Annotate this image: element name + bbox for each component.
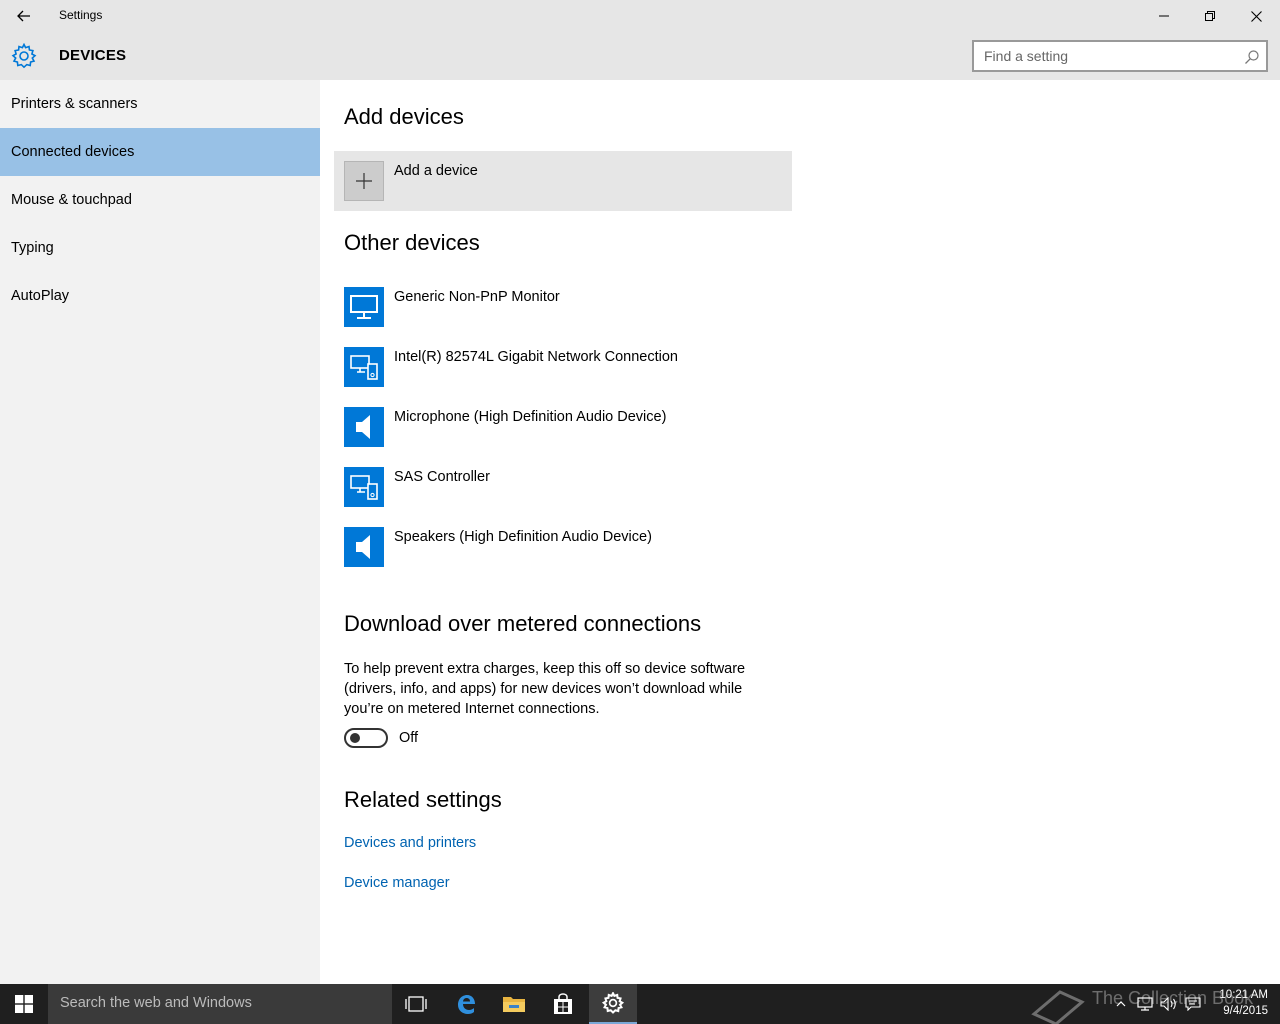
sidebar-item-autoplay[interactable]: AutoPlay — [0, 272, 320, 320]
main-content: Add devices Add a device Other devices G… — [320, 80, 1280, 984]
close-icon — [1250, 10, 1262, 22]
edge-button[interactable] — [442, 984, 490, 1024]
related-settings-heading: Related settings — [344, 787, 502, 812]
volume-icon — [1160, 997, 1176, 1011]
speaker-icon — [344, 527, 384, 567]
device-name: Speakers (High Definition Audio Device) — [394, 529, 652, 545]
window-title: Settings — [59, 8, 103, 22]
start-button[interactable] — [0, 984, 48, 1024]
metered-description: To help prevent extra charges, keep this… — [344, 661, 746, 717]
restore-icon — [1205, 11, 1215, 21]
store-icon — [554, 993, 572, 1014]
notification-icon — [1185, 997, 1201, 1011]
edge-icon — [458, 995, 475, 1014]
metered-toggle[interactable] — [344, 728, 388, 748]
chevron-up-icon — [1116, 1001, 1126, 1007]
metered-toggle-state: Off — [399, 730, 419, 746]
settings-taskbar-button[interactable] — [589, 984, 637, 1024]
device-item[interactable]: Microphone (High Definition Audio Device… — [344, 407, 784, 447]
other-devices-heading: Other devices — [344, 230, 480, 255]
network-icon — [1137, 997, 1153, 1011]
generic-device-icon — [344, 467, 384, 507]
device-name: Microphone (High Definition Audio Device… — [394, 409, 667, 425]
taskbar-search-box[interactable]: Search the web and Windows — [48, 984, 392, 1024]
title-bar: Settings — [0, 0, 1280, 32]
sidebar-item-typing[interactable]: Typing — [0, 224, 320, 272]
back-button[interactable] — [8, 0, 40, 32]
add-device-button[interactable]: Add a device — [334, 151, 792, 211]
device-name: Generic Non-PnP Monitor — [394, 289, 560, 305]
device-item[interactable]: Intel(R) 82574L Gigabit Network Connecti… — [344, 347, 784, 387]
device-item[interactable]: SAS Controller — [344, 467, 784, 507]
taskbar: Search the web and Windows The Collectio… — [0, 984, 1280, 1024]
folder-icon — [503, 997, 525, 1012]
gear-icon — [11, 43, 37, 69]
show-hidden-icons-button[interactable] — [1112, 984, 1130, 1024]
plus-icon — [356, 173, 372, 189]
speaker-icon — [344, 407, 384, 447]
page-header: DEVICES Find a setting — [0, 32, 1280, 80]
minimize-icon — [1159, 15, 1169, 17]
generic-device-icon — [344, 347, 384, 387]
search-placeholder: Find a setting — [984, 48, 1069, 64]
plus-icon-box — [344, 161, 384, 201]
device-manager-link[interactable]: Device manager — [344, 875, 450, 891]
sidebar: Printers & scanners Connected devices Mo… — [0, 80, 320, 984]
search-input[interactable]: Find a setting — [972, 40, 1268, 72]
clock-time: 10:21 AM — [1219, 989, 1268, 1001]
taskbar-search-placeholder: Search the web and Windows — [60, 995, 252, 1011]
minimize-button[interactable] — [1141, 0, 1187, 32]
toggle-knob — [350, 733, 360, 743]
sidebar-item-printers-scanners[interactable]: Printers & scanners — [0, 80, 320, 128]
add-devices-heading: Add devices — [344, 104, 464, 129]
sidebar-item-connected-devices[interactable]: Connected devices — [0, 128, 320, 176]
clock-date: 9/4/2015 — [1223, 1005, 1268, 1017]
device-item[interactable]: Speakers (High Definition Audio Device) — [344, 527, 784, 567]
add-device-label: Add a device — [394, 163, 478, 179]
task-view-icon — [405, 996, 427, 1012]
windows-logo-icon — [15, 995, 33, 1013]
section-title: DEVICES — [59, 47, 127, 64]
search-icon — [1245, 50, 1259, 64]
device-item[interactable]: Generic Non-PnP Monitor — [344, 287, 784, 327]
book-watermark-icon — [1031, 990, 1085, 1024]
file-explorer-button[interactable] — [490, 984, 538, 1024]
metered-heading: Download over metered connections — [344, 611, 702, 636]
taskbar-clock[interactable]: 10:21 AM 9/4/2015 — [1208, 987, 1268, 1019]
gear-icon — [602, 992, 624, 1014]
network-tray-button[interactable] — [1134, 984, 1156, 1024]
restore-button[interactable] — [1187, 0, 1233, 32]
volume-tray-button[interactable] — [1158, 984, 1180, 1024]
device-name: Intel(R) 82574L Gigabit Network Connecti… — [394, 349, 678, 365]
monitor-icon — [344, 287, 384, 327]
back-arrow-icon — [17, 10, 30, 22]
store-button[interactable] — [539, 984, 587, 1024]
close-button[interactable] — [1233, 0, 1279, 32]
devices-and-printers-link[interactable]: Devices and printers — [344, 835, 476, 851]
task-view-button[interactable] — [392, 984, 440, 1024]
action-center-button[interactable] — [1182, 984, 1204, 1024]
device-name: SAS Controller — [394, 469, 490, 485]
sidebar-item-mouse-touchpad[interactable]: Mouse & touchpad — [0, 176, 320, 224]
